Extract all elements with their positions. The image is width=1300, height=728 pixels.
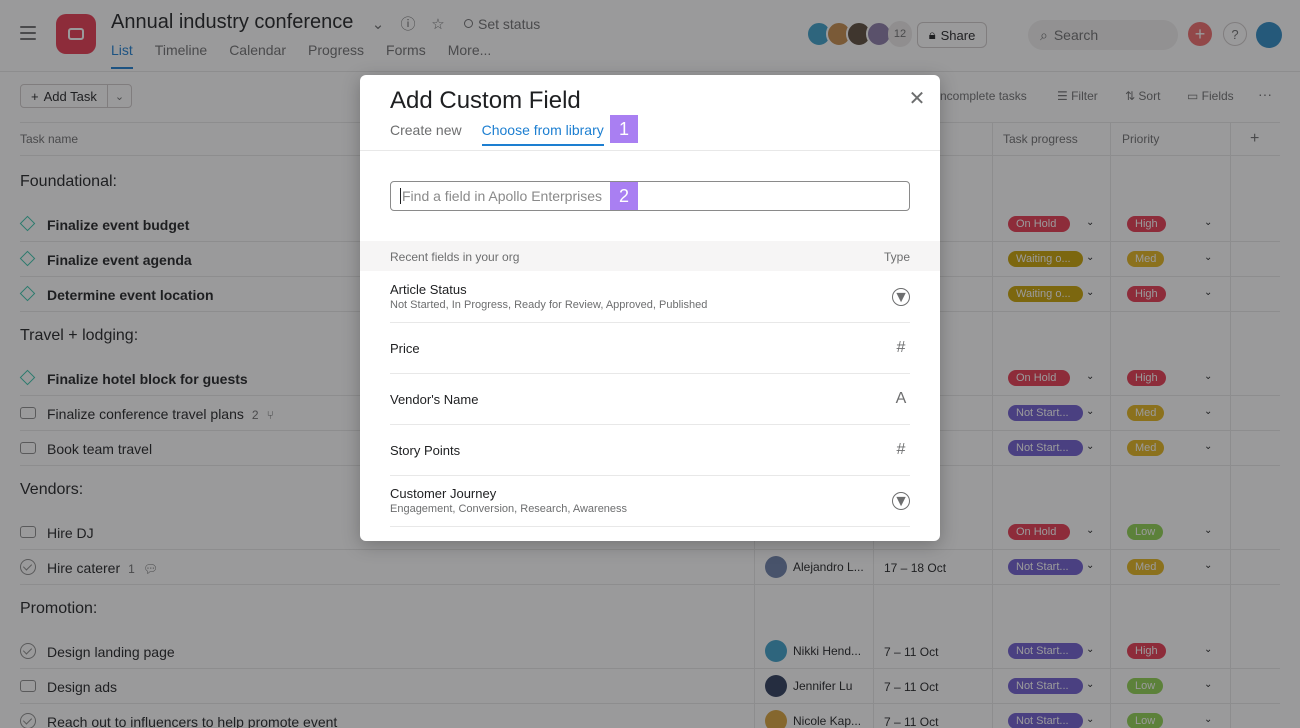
- field-item-vendors-name[interactable]: Vendor's Name A: [390, 374, 910, 425]
- dialog-title: Add Custom Field: [390, 87, 581, 114]
- step-badge-1: 1: [610, 115, 638, 143]
- recent-fields-header: Recent fields in your org Type: [360, 241, 940, 271]
- field-item-price[interactable]: Price #: [390, 323, 910, 374]
- field-options: Not Started, In Progress, Ready for Revi…: [390, 299, 708, 311]
- close-icon[interactable]: ✕: [907, 89, 927, 109]
- recent-fields-label: Recent fields in your org: [390, 250, 520, 264]
- dialog-tabs: Create new Choose from library: [390, 122, 604, 146]
- tab-choose-from-library[interactable]: Choose from library: [481, 122, 604, 146]
- step-badge-2: 2: [610, 182, 638, 210]
- tab-create-new[interactable]: Create new: [390, 122, 462, 146]
- number-icon: #: [896, 339, 906, 356]
- field-name: Vendor's Name: [390, 392, 479, 407]
- field-name: Price: [390, 341, 420, 356]
- text-icon: A: [895, 390, 907, 407]
- number-icon: #: [896, 441, 906, 458]
- field-options: Engagement, Conversion, Research, Awaren…: [390, 503, 628, 515]
- field-item-article-status[interactable]: Article Status Not Started, In Progress,…: [390, 272, 910, 323]
- field-item-story-points[interactable]: Story Points #: [390, 425, 910, 476]
- field-name: Customer Journey: [390, 486, 497, 501]
- field-name: Article Status: [390, 282, 467, 297]
- type-column-label: Type: [883, 250, 910, 264]
- text-cursor: [400, 188, 401, 204]
- field-search-input[interactable]: Find a field in Apollo Enterprises: [390, 181, 910, 211]
- field-item-customer-journey[interactable]: Customer Journey Engagement, Conversion,…: [390, 476, 910, 527]
- add-custom-field-dialog: Add Custom Field ✕ Create new Choose fro…: [360, 75, 940, 541]
- dropdown-icon: ▼: [892, 288, 910, 306]
- field-name: Story Points: [390, 443, 461, 458]
- dropdown-icon: ▼: [892, 492, 910, 510]
- divider: [360, 150, 940, 151]
